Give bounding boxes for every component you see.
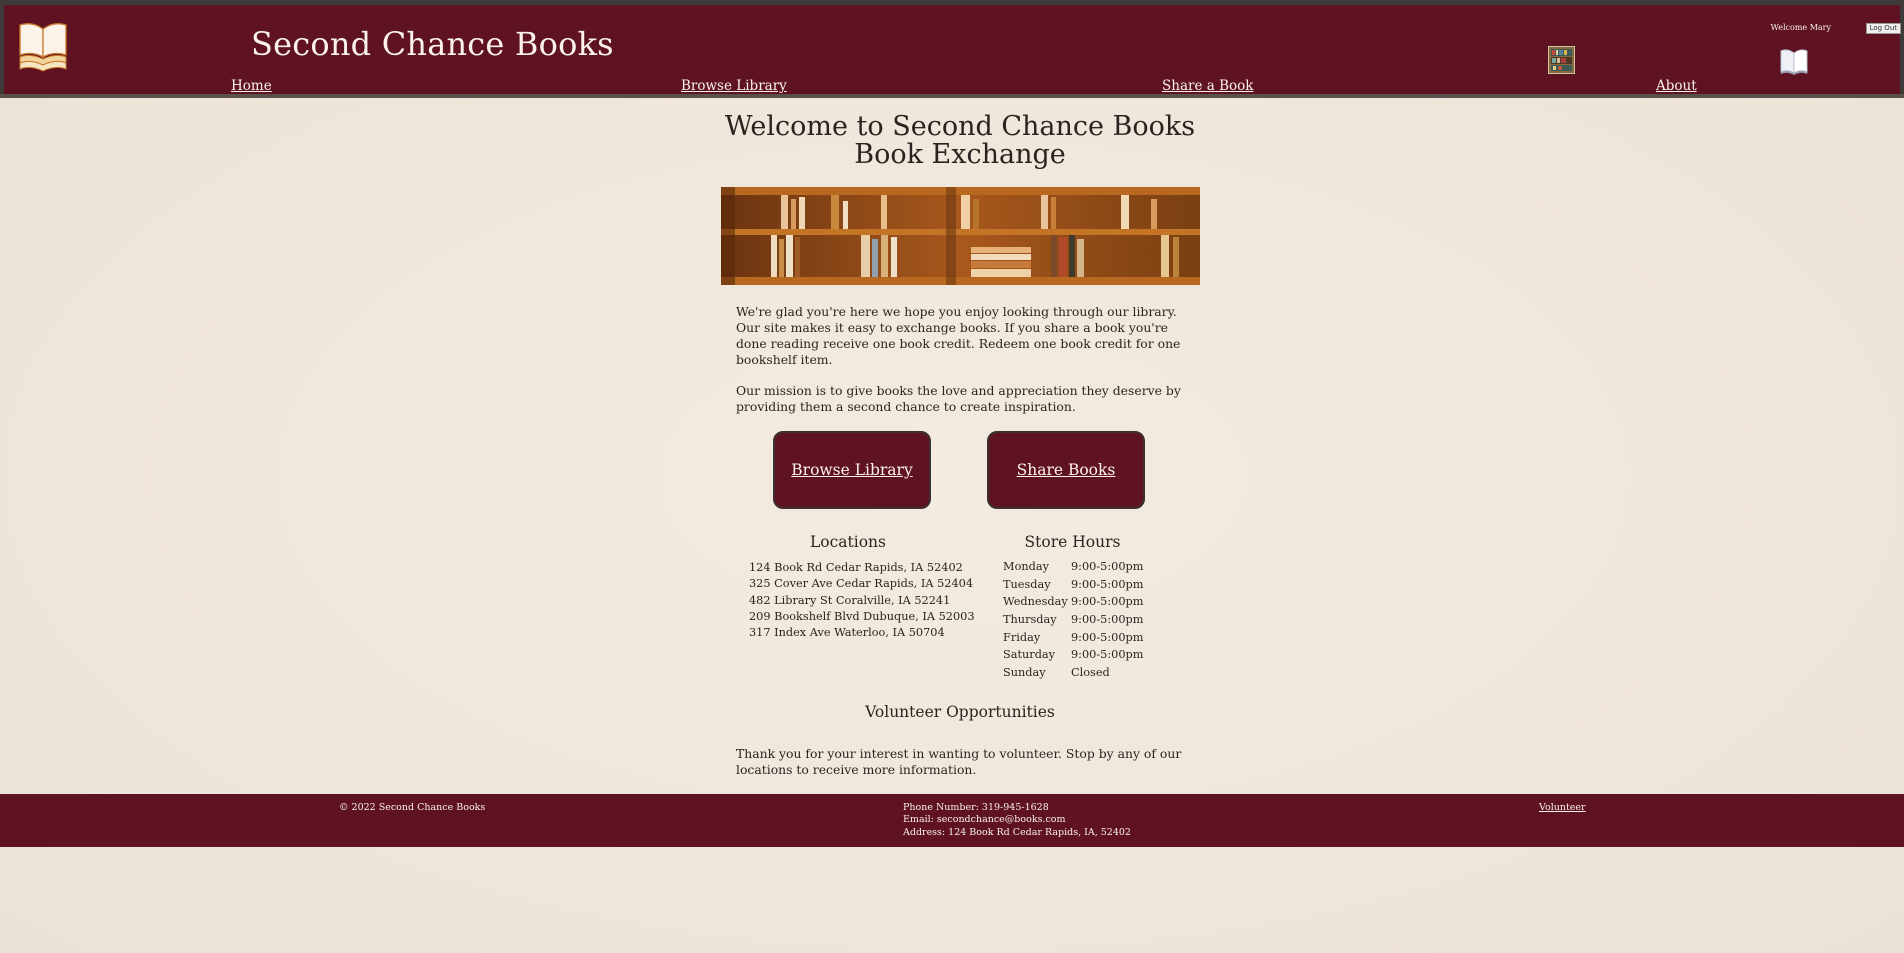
location-item: 325 Cover Ave Cedar Rapids, IA 52404 bbox=[749, 577, 974, 591]
hours-row: Tuesday 9:00-5:00pm bbox=[1003, 576, 1144, 594]
contact-info: Phone Number: 319-945-1628 Email: second… bbox=[903, 802, 1131, 839]
locations-title: Locations bbox=[809, 533, 886, 551]
store-hours-table: Monday 9:00-5:00pm Tuesday 9:00-5:00pm Wed… bbox=[1003, 558, 1144, 681]
hours-row: Saturday 9:00-5:00pm bbox=[1003, 646, 1144, 664]
hours-time: 9:00-5:00pm bbox=[1071, 595, 1144, 609]
hours-row: Thursday 9:00-5:00pm bbox=[1003, 611, 1144, 629]
intro-text: We're glad you're here we hope you enjoy… bbox=[736, 304, 1181, 367]
bookshelf-icon[interactable] bbox=[1548, 46, 1575, 74]
hours-day: Sunday bbox=[1003, 665, 1046, 679]
hours-day: Tuesday bbox=[1003, 577, 1051, 591]
hours-time: 9:00-5:00pm bbox=[1071, 613, 1144, 627]
nav-browse-library[interactable]: Browse Library bbox=[681, 78, 787, 94]
hours-time: 9:00-5:00pm bbox=[1071, 560, 1144, 574]
nav-home[interactable]: Home bbox=[231, 78, 272, 94]
page-title-line1: Welcome to Second Chance Books bbox=[724, 111, 1196, 142]
volunteer-text: Thank you for your interest in wanting t… bbox=[736, 746, 1182, 777]
hours-day: Monday bbox=[1003, 560, 1049, 574]
store-hours-title: Store Hours bbox=[1024, 533, 1121, 551]
hours-row: Wednesday 9:00-5:00pm bbox=[1003, 593, 1144, 611]
open-book-icon[interactable] bbox=[1779, 46, 1809, 76]
welcome-user: Welcome Mary bbox=[1770, 23, 1831, 32]
hours-day: Thursday bbox=[1003, 613, 1057, 627]
share-books-button[interactable]: Share Books bbox=[987, 431, 1145, 509]
location-item: 209 Bookshelf Blvd Dubuque, IA 52003 bbox=[749, 609, 975, 623]
site-footer: © 2022 Second Chance Books Phone Number:… bbox=[0, 794, 1904, 847]
bookshelf-banner-image bbox=[721, 187, 1200, 285]
nav-share-a-book[interactable]: Share a Book bbox=[1162, 78, 1253, 94]
nav-about[interactable]: About bbox=[1656, 78, 1697, 94]
open-book-logo-icon[interactable] bbox=[16, 17, 70, 79]
hours-time: 9:00-5:00pm bbox=[1071, 577, 1144, 591]
location-item: 124 Book Rd Cedar Rapids, IA 52402 bbox=[749, 561, 963, 574]
copyright-text: © 2022 Second Chance Books bbox=[339, 802, 486, 813]
contact-email: Email: secondchance@books.com bbox=[903, 814, 1066, 826]
hours-time: 9:00-5:00pm bbox=[1071, 630, 1144, 644]
hours-day: Friday bbox=[1003, 630, 1041, 644]
mission-text: Our mission is to give books the love an… bbox=[736, 383, 1181, 414]
volunteer-title: Volunteer Opportunities bbox=[865, 703, 1055, 721]
contact-address: Address: 124 Book Rd Cedar Rapids, IA, 5… bbox=[903, 826, 1131, 838]
location-item: 317 Index Ave Waterloo, IA 50704 bbox=[749, 626, 945, 640]
locations-list: 124 Book Rd Cedar Rapids, IA 52402 325 C… bbox=[749, 560, 975, 641]
site-title: Second Chance Books bbox=[251, 25, 614, 63]
hours-row: Monday 9:00-5:00pm bbox=[1003, 558, 1144, 576]
page-title: Welcome to Second Chance Books Book Exch… bbox=[700, 113, 1220, 169]
browse-library-button[interactable]: Browse Library bbox=[773, 431, 931, 509]
hours-day: Wednesday bbox=[1003, 595, 1068, 609]
location-item: 482 Library St Coralville, IA 52241 bbox=[749, 593, 951, 607]
hours-row: Sunday Closed bbox=[1003, 664, 1144, 682]
hours-time: 9:00-5:00pm bbox=[1071, 648, 1144, 662]
site-header: Second Chance Books Home Browse Library … bbox=[0, 0, 1904, 98]
volunteer-link[interactable]: Volunteer bbox=[1539, 802, 1586, 813]
hours-day: Saturday bbox=[1003, 648, 1056, 662]
contact-phone: Phone Number: 319-945-1628 bbox=[903, 802, 1049, 813]
hours-row: Friday 9:00-5:00pm bbox=[1003, 628, 1144, 646]
hours-time: Closed bbox=[1071, 665, 1110, 679]
logout-button[interactable]: Log Out bbox=[1865, 23, 1901, 34]
page-title-line2: Book Exchange bbox=[854, 139, 1066, 170]
